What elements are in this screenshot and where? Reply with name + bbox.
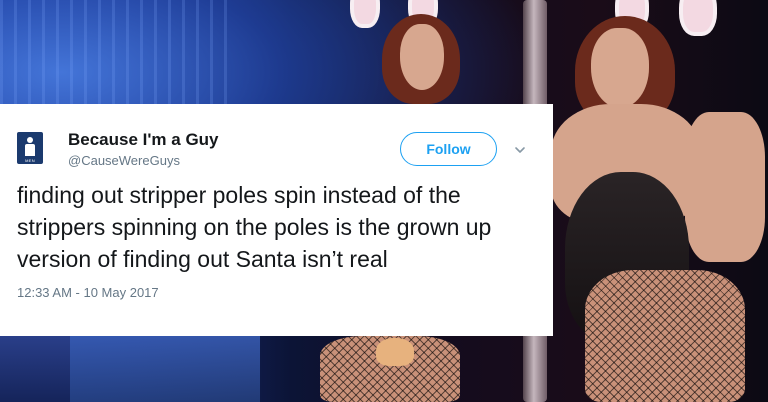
tweet-card: MEN Because I'm a Guy @CauseWereGuys Fol… — [0, 104, 553, 336]
tweet-text: finding out stripper poles spin instead … — [17, 182, 492, 272]
avatar[interactable]: MEN — [17, 132, 43, 164]
figure-arm — [685, 112, 765, 262]
follow-button[interactable]: Follow — [400, 132, 497, 166]
background-photo: MEN Because I'm a Guy @CauseWereGuys Fol… — [0, 0, 768, 402]
background-wall-light — [0, 0, 230, 110]
person-icon — [27, 137, 33, 143]
tweet-timestamp[interactable]: 12:33 AM - 10 May 2017 — [17, 285, 159, 300]
chevron-down-icon-graphic — [515, 147, 525, 153]
person-icon-body — [25, 144, 35, 156]
chevron-down-icon[interactable] — [514, 144, 526, 156]
figure-bodysuit — [376, 338, 414, 366]
avatar-label: MEN — [25, 158, 35, 163]
display-name[interactable]: Because I'm a Guy — [68, 130, 219, 150]
figure-legs — [585, 270, 745, 402]
figure-face — [400, 24, 444, 90]
figure-face — [591, 28, 649, 108]
background-lower-block — [70, 335, 260, 402]
bunny-ear-right — [679, 0, 717, 36]
user-handle[interactable]: @CauseWereGuys — [68, 153, 180, 168]
background-lower-left — [0, 335, 70, 402]
figure-right — [545, 0, 768, 402]
bunny-ear-left — [350, 0, 380, 28]
